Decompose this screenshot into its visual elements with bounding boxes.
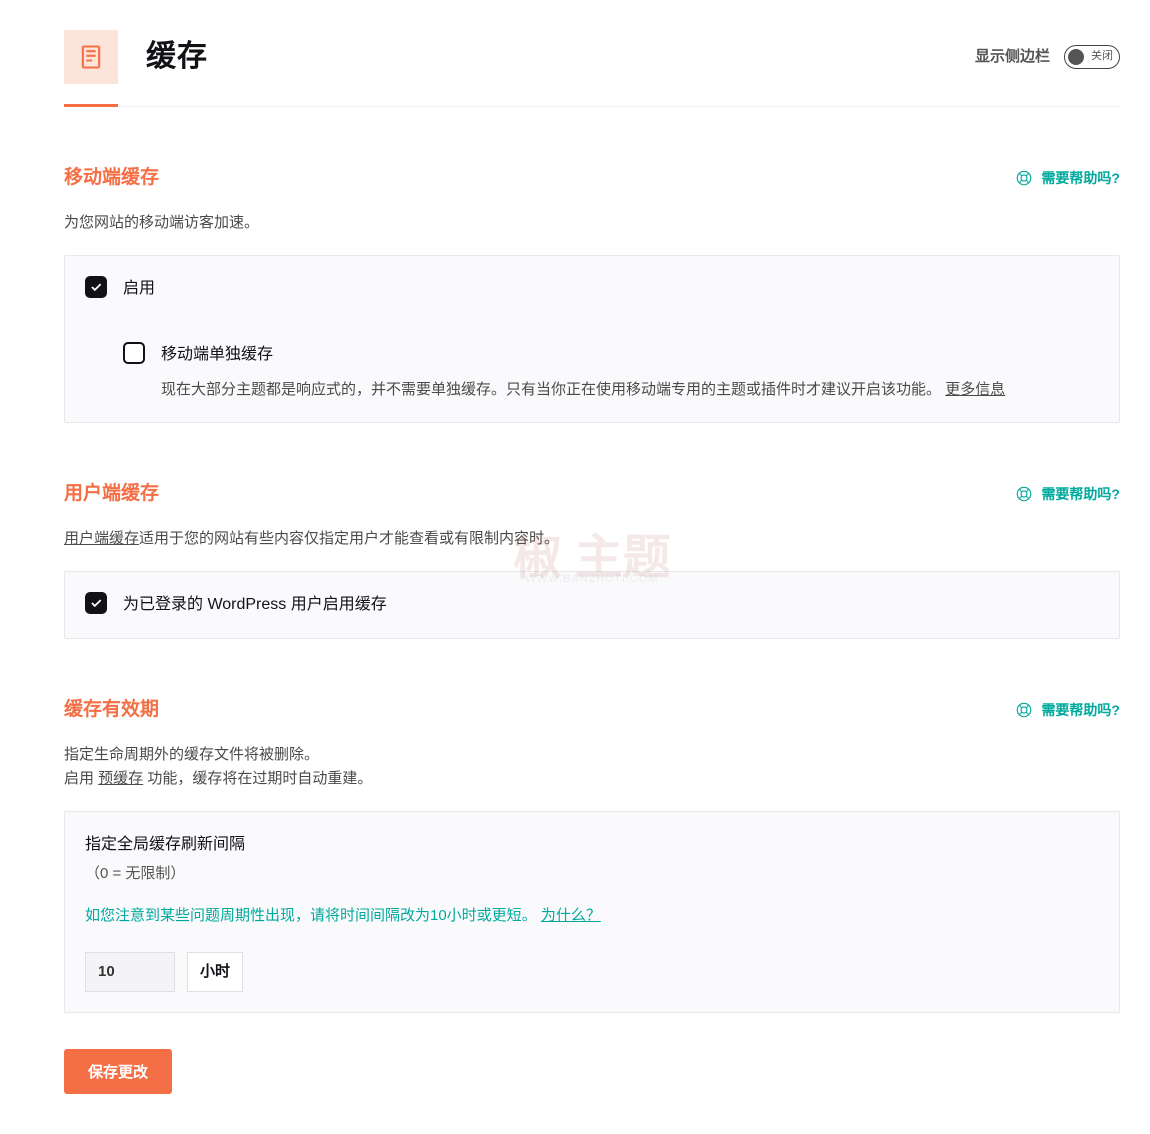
panel-mobile: 启用 移动端单独缓存 现在大部分主题都是响应式的，并不需要单独缓存。只有当你正在… <box>64 255 1120 422</box>
toggle-knob <box>1068 49 1084 65</box>
sidebar-toggle-label: 显示侧边栏 <box>975 45 1050 69</box>
checkbox-mobile-separate[interactable] <box>123 342 145 364</box>
page-title: 缓存 <box>146 33 208 81</box>
help-label: 需要帮助吗? <box>1041 699 1120 721</box>
save-button[interactable]: 保存更改 <box>64 1049 172 1094</box>
help-icon <box>1015 485 1033 503</box>
why-link[interactable]: 为什么？ <box>541 907 601 924</box>
help-mobile-separate: 现在大部分主题都是响应式的，并不需要单独缓存。只有当你正在使用移动端专用的主题或… <box>161 378 1005 402</box>
section-title-mobile: 移动端缓存 <box>64 163 159 193</box>
panel-lifespan: 指定全局缓存刷新间隔 （0 = 无限制） 如您注意到某些问题周期性出现，请将时间… <box>64 811 1120 1013</box>
help-link-user[interactable]: 需要帮助吗? <box>1015 483 1120 505</box>
lifespan-field-label: 指定全局缓存刷新间隔 <box>85 832 1099 858</box>
section-mobile-cache: 移动端缓存 需要帮助吗? 为您网站的移动端访客加速。 启用 移动端单独缓存 <box>64 163 1120 423</box>
label-user-enable: 为已登录的 WordPress 用户启用缓存 <box>123 592 387 618</box>
more-info-link[interactable]: 更多信息 <box>945 381 1005 398</box>
section-title-lifespan: 缓存有效期 <box>64 695 159 725</box>
sidebar-toggle[interactable]: 关闭 <box>1064 45 1120 69</box>
lifespan-value-input[interactable] <box>85 952 175 992</box>
section-desc-mobile: 为您网站的移动端访客加速。 <box>64 211 1120 235</box>
help-label: 需要帮助吗? <box>1041 167 1120 189</box>
checkbox-mobile-enable[interactable] <box>85 276 107 298</box>
help-label: 需要帮助吗? <box>1041 483 1120 505</box>
section-title-user: 用户端缓存 <box>64 479 159 509</box>
section-desc-lifespan: 指定生命周期外的缓存文件将被删除。 启用 预缓存 功能，缓存将在过期时自动重建。 <box>64 743 1120 791</box>
help-link-lifespan[interactable]: 需要帮助吗? <box>1015 699 1120 721</box>
section-user-cache: 椒 主题 WWW.BANZHUTI.COM 用户端缓存 需要帮助吗? 用户端缓存… <box>64 479 1120 639</box>
help-icon <box>1015 701 1033 719</box>
checkbox-user-enable[interactable] <box>85 592 107 614</box>
user-cache-link[interactable]: 用户端缓存 <box>64 530 139 547</box>
help-link-mobile[interactable]: 需要帮助吗? <box>1015 167 1120 189</box>
section-desc-user: 用户端缓存适用于您的网站有些内容仅指定用户才能查看或有限制内容时。 <box>64 527 1120 551</box>
lifespan-warning: 如您注意到某些问题周期性出现，请将时间间隔改为10小时或更短。 为什么？ <box>85 904 1099 928</box>
lifespan-unit-select[interactable]: 小时 <box>187 952 243 992</box>
label-mobile-separate: 移动端单独缓存 <box>161 342 1005 368</box>
section-cache-lifespan: 缓存有效期 需要帮助吗? 指定生命周期外的缓存文件将被删除。 启用 预缓存 功能… <box>64 695 1120 1013</box>
cache-icon <box>64 30 118 84</box>
page-header: 缓存 显示侧边栏 关闭 <box>64 30 1120 107</box>
precache-link[interactable]: 预缓存 <box>98 770 143 787</box>
label-mobile-enable: 启用 <box>123 276 155 302</box>
toggle-state: 关闭 <box>1091 48 1113 66</box>
help-icon <box>1015 169 1033 187</box>
panel-user: 为已登录的 WordPress 用户启用缓存 <box>64 571 1120 639</box>
lifespan-field-sub: （0 = 无限制） <box>85 862 1099 886</box>
